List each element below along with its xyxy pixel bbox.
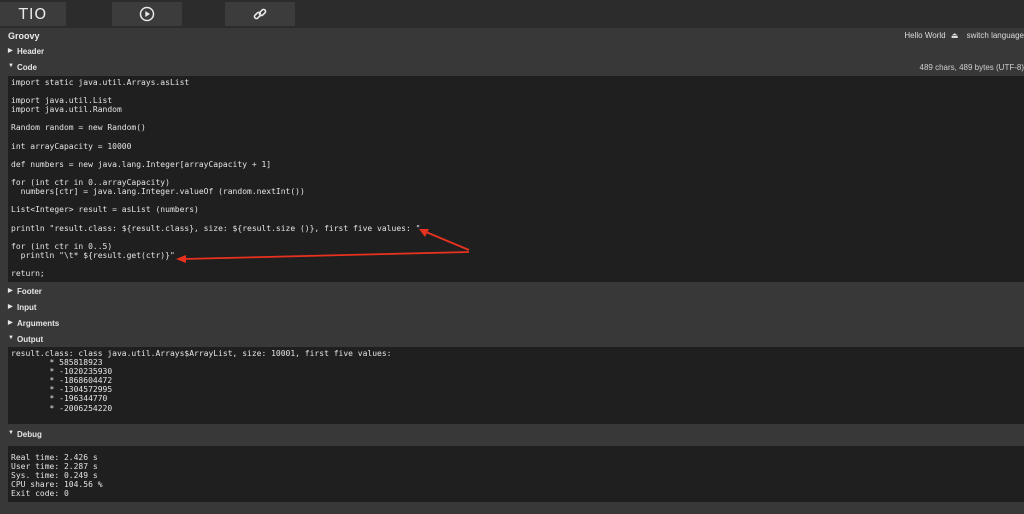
- section-arguments-label: Arguments: [17, 319, 60, 328]
- section-debug[interactable]: ▼ Debug: [0, 428, 1024, 442]
- section-input[interactable]: ▶ Input: [0, 301, 1024, 315]
- annotation-arrow: [425, 231, 470, 251]
- expand-icon: ▶: [8, 320, 13, 326]
- section-input-label: Input: [17, 303, 37, 312]
- output-text: result.class: class java.util.Arrays$Arr…: [11, 349, 392, 413]
- section-debug-label: Debug: [17, 430, 42, 439]
- expand-icon: ▶: [8, 288, 13, 294]
- section-arguments[interactable]: ▶ Arguments: [0, 317, 1024, 331]
- section-output-label: Output: [17, 335, 44, 344]
- debug-box: Real time: 2.426 s User time: 2.287 s Sy…: [8, 446, 1024, 502]
- debug-text: Real time: 2.426 s User time: 2.287 s Sy…: [11, 453, 103, 499]
- arrowhead-icon: [176, 255, 186, 263]
- annotation-arrow: [183, 251, 470, 260]
- expand-icon: ▶: [8, 304, 13, 310]
- collapse-icon: ▼: [8, 430, 14, 436]
- section-output[interactable]: ▼ Output: [0, 333, 1024, 347]
- output-box: result.class: class java.util.Arrays$Arr…: [8, 347, 1024, 424]
- collapse-icon: ▼: [8, 335, 14, 341]
- section-footer-label: Footer: [17, 287, 42, 296]
- section-footer[interactable]: ▶ Footer: [0, 285, 1024, 299]
